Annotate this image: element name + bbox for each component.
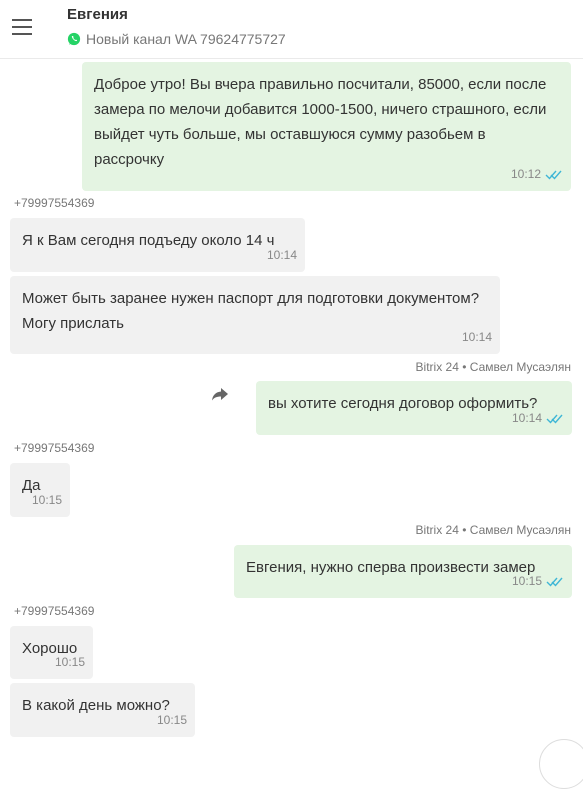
message-time: 10:14	[512, 406, 564, 431]
message-bubble-incoming[interactable]: Да 10:15	[10, 463, 70, 517]
channel-info: Новый канал WA 79624775727	[67, 31, 286, 47]
message-time: 10:14	[461, 330, 492, 344]
message-time: 10:12	[511, 162, 563, 187]
message-text: Может быть заранее нужен паспорт для под…	[22, 290, 480, 332]
message-time: 10:15	[54, 655, 85, 669]
chat-header: Евгения Новый канал WA 79624775727	[0, 0, 583, 59]
channel-label: Новый канал WA 79624775727	[86, 31, 286, 47]
message-bubble-incoming[interactable]: В какой день можно? 10:15	[10, 683, 195, 737]
double-check-icon	[546, 414, 563, 424]
message-bubble-incoming[interactable]: Я к Вам сегодня подъеду около 14 ч 10:14	[10, 218, 305, 272]
message-time: 10:15	[31, 493, 62, 507]
scroll-down-button[interactable]	[539, 739, 583, 789]
time-label: 10:14	[511, 411, 542, 425]
sender-label: Bitrix 24 • Самвел Мусаэлян	[415, 523, 571, 537]
message-bubble-outgoing[interactable]: Евгения, нужно сперва произвести замер 1…	[234, 545, 572, 598]
whatsapp-icon	[67, 32, 81, 46]
contact-name[interactable]: Евгения	[67, 6, 128, 23]
message-time: 10:14	[266, 248, 297, 262]
message-bubble-outgoing[interactable]: вы хотите сегодня договор оформить? 10:1…	[256, 381, 572, 435]
message-time: 10:15	[512, 569, 564, 594]
message-text: Я к Вам сегодня подъеду около 14 ч	[22, 232, 275, 249]
message-text: Доброе утро! Вы вчера правильно посчитал…	[94, 76, 547, 168]
sender-label: +79997554369	[14, 196, 95, 210]
menu-icon[interactable]	[12, 19, 32, 35]
message-bubble-outgoing[interactable]: Доброе утро! Вы вчера правильно посчитал…	[82, 62, 571, 191]
message-bubble-incoming[interactable]: Может быть заранее нужен паспорт для под…	[10, 276, 500, 354]
time-label: 10:15	[511, 574, 542, 588]
share-icon[interactable]	[211, 386, 229, 402]
message-time: 10:15	[156, 713, 187, 727]
message-bubble-incoming[interactable]: Хорошо 10:15	[10, 626, 93, 679]
sender-label: +79997554369	[14, 441, 95, 455]
sender-label: +79997554369	[14, 604, 95, 618]
double-check-icon	[546, 577, 563, 587]
message-list[interactable]: Доброе утро! Вы вчера правильно посчитал…	[0, 59, 583, 746]
time-label: 10:12	[510, 167, 541, 181]
double-check-icon	[545, 170, 562, 180]
sender-label: Bitrix 24 • Самвел Мусаэлян	[415, 360, 571, 374]
